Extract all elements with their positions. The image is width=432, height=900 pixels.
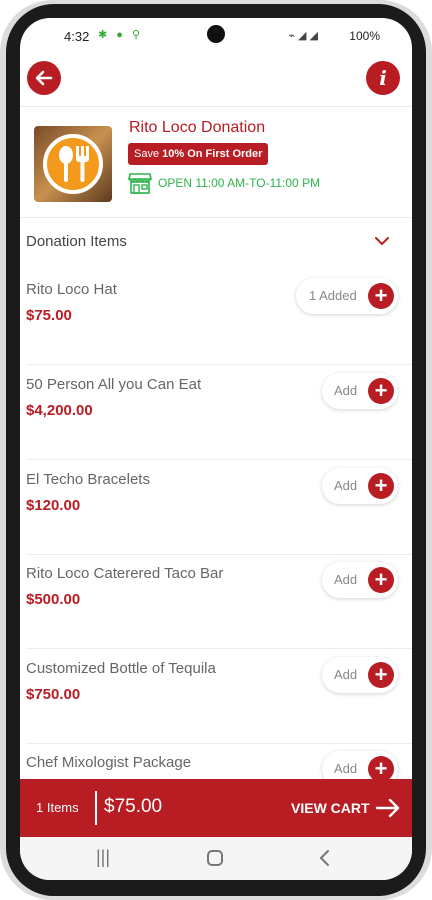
plus-icon: +	[368, 662, 394, 688]
status-bar: 4:32 ✱ ● ⚲ ⌁ ◢ ◢ 100%	[20, 18, 412, 54]
add-button-label: Add	[334, 761, 358, 776]
cart-total: $75.00	[104, 796, 163, 817]
screen: 4:32 ✱ ● ⚲ ⌁ ◢ ◢ 100% i Rito Loco Donati…	[20, 18, 412, 880]
store-divider	[20, 217, 412, 218]
cart-bar[interactable]: 1 Items $75.00 VIEW CART	[20, 779, 412, 837]
item-price: $75.00	[26, 307, 72, 324]
store-logo	[34, 126, 112, 202]
add-button[interactable]: Add +	[322, 373, 398, 409]
list-item: El Techo Bracelets $120.00 Add +	[20, 460, 412, 555]
arrow-left-icon	[35, 70, 53, 86]
info-icon: i	[379, 66, 387, 90]
list-item: Rito Loco Hat $75.00 1 Added +	[20, 270, 412, 365]
item-name: Rito Loco Caterered Taco Bar	[26, 565, 224, 582]
front-camera	[207, 25, 225, 43]
plus-icon: +	[368, 283, 394, 309]
item-name: El Techo Bracelets	[26, 471, 150, 488]
item-name: Customized Bottle of Tequila	[26, 660, 216, 677]
system-back-icon[interactable]	[318, 849, 330, 867]
arrow-right-icon[interactable]	[375, 796, 401, 820]
plus-icon: +	[368, 473, 394, 499]
add-button[interactable]: 1 Added +	[296, 278, 398, 314]
info-button[interactable]: i	[366, 61, 400, 95]
add-button-label: Add	[334, 667, 358, 682]
add-button[interactable]: Add +	[322, 562, 398, 598]
cart-item-count: 1 Items	[36, 800, 79, 815]
add-button-label: Add	[334, 572, 358, 587]
chevron-down-icon[interactable]	[374, 235, 390, 247]
item-price: $750.00	[26, 686, 81, 703]
item-name: Rito Loco Hat	[26, 281, 117, 298]
item-name: 50 Person All you Can Eat	[26, 376, 202, 393]
add-button[interactable]: Add +	[322, 468, 398, 504]
store-name: Rito Loco Donation	[129, 119, 266, 136]
view-cart-button[interactable]: VIEW CART	[291, 800, 370, 816]
battery-level: 100%	[349, 29, 380, 43]
list-item: Customized Bottle of Tequila $750.00 Add…	[20, 649, 412, 744]
cart-divider	[95, 791, 97, 825]
notification-icons: ✱ ● ⚲	[98, 29, 144, 41]
promo-badge: Save 10% On First Order	[128, 143, 269, 165]
item-price: $120.00	[26, 497, 81, 514]
promo-offer: 10% On First Order	[162, 148, 263, 160]
item-price: $500.00	[26, 591, 81, 608]
promo-prefix: Save	[134, 148, 160, 160]
home-icon[interactable]	[206, 849, 224, 867]
storefront-icon	[128, 173, 152, 194]
list-item: 50 Person All you Can Eat $4,200.00 Add …	[20, 365, 412, 460]
recent-apps-icon[interactable]: |||	[96, 847, 110, 868]
add-button-label: 1 Added	[309, 288, 357, 303]
section-title: Donation Items	[26, 233, 127, 250]
item-name: Chef Mixologist Package	[26, 754, 192, 771]
list-item: Rito Loco Caterered Taco Bar $500.00 Add…	[20, 554, 412, 649]
add-button-label: Add	[334, 478, 358, 493]
header-divider	[20, 106, 412, 107]
add-button[interactable]: Add +	[322, 657, 398, 693]
add-button-label: Add	[334, 383, 358, 398]
system-nav-bar: |||	[20, 837, 412, 880]
plus-icon: +	[368, 378, 394, 404]
signal-icons: ⌁ ◢ ◢	[288, 30, 318, 42]
plus-icon: +	[368, 567, 394, 593]
status-time: 4:32	[64, 29, 90, 44]
back-button[interactable]	[27, 61, 61, 95]
open-hours-text: OPEN 11:00 AM-TO-11:00 PM	[158, 176, 321, 190]
item-price: $4,200.00	[26, 402, 93, 419]
spoon-fork-icon	[59, 146, 89, 182]
